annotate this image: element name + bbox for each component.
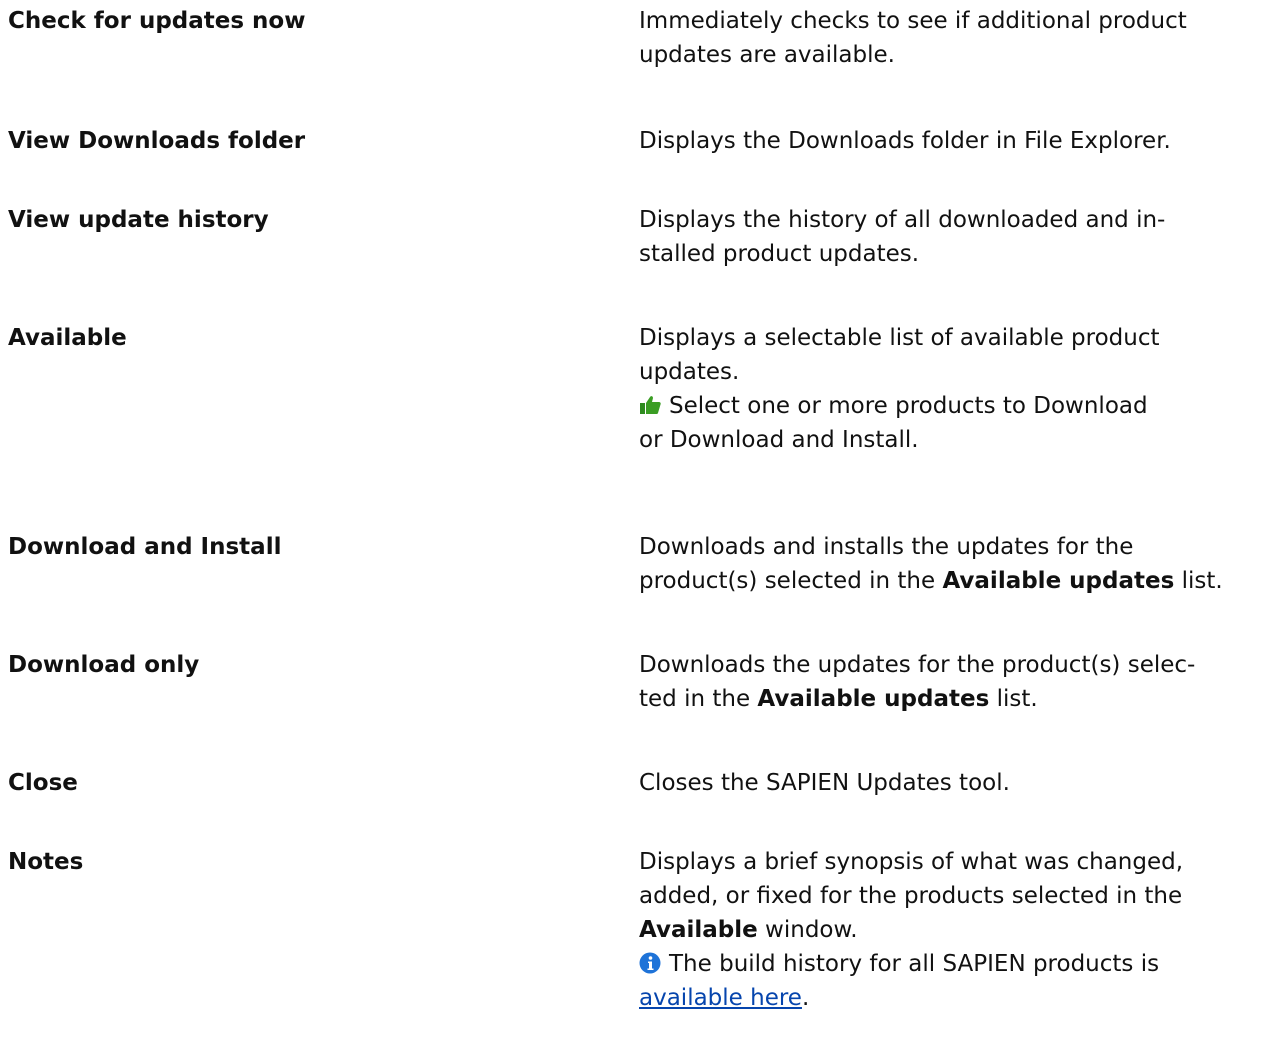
desc-line: stalled product updates.	[639, 241, 920, 267]
desc-text-block: Displays a brief synopsis of what was ch…	[639, 845, 1257, 947]
desc-line: ted in the Available updates list.	[639, 682, 1257, 716]
thumbs-up-icon	[640, 396, 661, 414]
desc-notes: Displays a brief synopsis of what was ch…	[639, 845, 1257, 1015]
desc-available: Displays a selectable list of available …	[639, 321, 1257, 457]
build-history-link[interactable]: available here	[639, 985, 802, 1011]
link-trailing-text: .	[801, 985, 810, 1011]
term-download-only: Download only	[8, 652, 200, 678]
term-check-for-updates: Check for updates now	[8, 8, 306, 34]
desc-text-end: list.	[989, 686, 1038, 712]
desc-download-and-install: Downloads and installs the updates for t…	[639, 530, 1257, 598]
link-line: available here.	[639, 981, 1257, 1015]
desc-text: Displays a selectable list of available …	[639, 325, 1160, 385]
definition-list: Check for updates now Immediately checks…	[0, 0, 1262, 1044]
desc-bold-text: Available updates	[757, 686, 990, 712]
desc-bold-text: Available updates	[942, 568, 1175, 594]
desc-view-update-history: Displays the history of all downloaded a…	[639, 203, 1257, 271]
term-available: Available	[8, 325, 127, 351]
desc-download-only: Downloads the updates for the product(s)…	[639, 648, 1257, 716]
desc-bold-text: Available	[639, 917, 758, 943]
desc-text: ted in the	[639, 686, 758, 712]
desc-line: Downloads the updates for the product(s)…	[639, 652, 1196, 678]
desc-text: Displays a brief synopsis of what was ch…	[639, 849, 1184, 909]
info-icon	[639, 952, 661, 974]
term-download-and-install: Download and Install	[8, 534, 282, 560]
term-notes: Notes	[8, 849, 84, 875]
term-close: Close	[8, 770, 78, 796]
tip-text: Select one or more products to Download	[669, 393, 1148, 419]
info-line: The build history for all SAPIEN product…	[639, 947, 1257, 981]
term-view-downloads: View Downloads folder	[8, 128, 306, 154]
desc-view-downloads: Displays the Downloads folder in File Ex…	[639, 128, 1171, 154]
desc-text-end: list.	[1174, 568, 1223, 594]
desc-check-for-updates: Immediately checks to see if additional …	[639, 8, 1187, 68]
tip-line: or Download and Install.	[639, 427, 919, 453]
desc-close: Closes the SAPIEN Updates tool.	[639, 770, 1010, 796]
desc-line: Displays the history of all downloaded a…	[639, 207, 1166, 233]
info-text: The build history for all SAPIEN product…	[669, 951, 1160, 977]
term-view-update-history: View update history	[8, 207, 269, 233]
desc-text-end: window.	[757, 917, 858, 943]
tip-line: Select one or more products to Download	[639, 389, 1257, 423]
